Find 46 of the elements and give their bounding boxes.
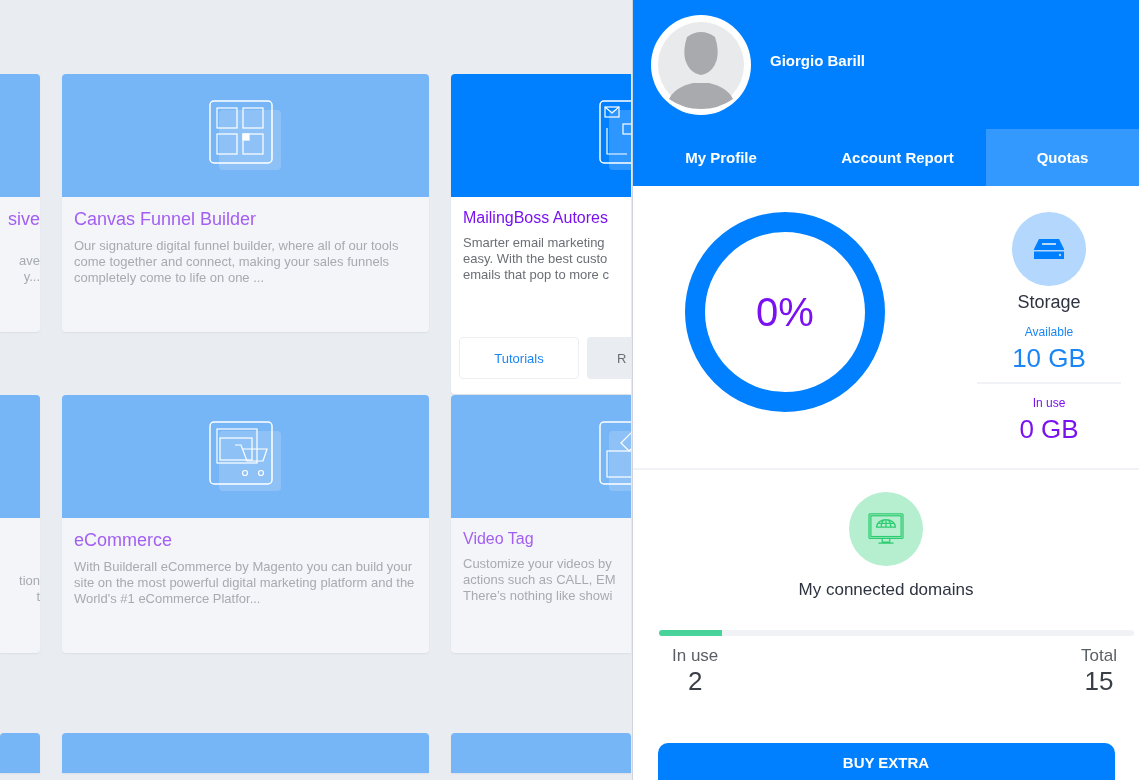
tab[interactable]: Account Report xyxy=(809,129,986,186)
available-label: Available xyxy=(1024,325,1074,339)
domains-title: My connected domains xyxy=(798,580,974,600)
card-description: With Builderall eCommerce by Magento you can build your site on the most powerful digital marketing platform and the World's #1 eCommerce Platfor... xyxy=(74,559,416,607)
app-card[interactable]: tion t xyxy=(0,395,40,653)
tab[interactable]: Quotas xyxy=(986,129,1139,186)
card-description: ave xyxy=(18,253,40,269)
usage-percent: 0% xyxy=(756,289,814,335)
card-description: tion xyxy=(18,573,40,589)
total-label: Total xyxy=(1081,646,1117,666)
card-title: eCommerce xyxy=(74,530,174,551)
user-name: Giorgio Barill xyxy=(770,52,865,69)
monitor-globe-icon xyxy=(867,512,905,546)
app-card[interactable]: eCommerce With Builderall eCommerce by Magento you can build your site on the most powerful digital marketing platform and the World's #1 eCommerce Platfor... xyxy=(62,395,429,653)
card-title: Video Tag xyxy=(463,530,535,548)
app-card[interactable]: Canvas Funnel Builder Our signature digital funnel builder, where all of our tools come together and connect, making your sales funnels completely come to life on one ... xyxy=(62,74,429,332)
app-card[interactable]: sive ave y... xyxy=(0,74,40,332)
card-title: MailingBoss Autores xyxy=(463,209,609,227)
card-description: actions such as CALL, EM xyxy=(463,572,617,588)
card-description: Our signature digital funnel builder, where all of our tools come together and connect, making your sales funnels completely come to life on one ... xyxy=(74,238,400,286)
card-button[interactable]: R xyxy=(587,337,631,379)
card-title: Canvas Funnel Builder xyxy=(74,209,258,230)
card-description: t xyxy=(35,589,40,605)
tutorials-button[interactable]: Tutorials xyxy=(459,337,579,379)
available-value: 10 GB xyxy=(1012,343,1086,374)
card-description: y... xyxy=(22,269,40,285)
in-use-label: In use xyxy=(1032,396,1066,410)
storage-title: Storage xyxy=(1017,292,1081,313)
card-description: Customize your videos by xyxy=(463,556,613,572)
app-icon xyxy=(208,420,283,493)
tab[interactable]: My Profile xyxy=(633,129,809,186)
in-use-label: In use xyxy=(672,646,719,666)
buy-extra-button[interactable]: BUY EXTRA xyxy=(657,743,1115,780)
total-count: 15 xyxy=(1084,666,1114,697)
in-use-count: 2 xyxy=(687,666,703,697)
in-use-value: 0 GB xyxy=(1019,414,1079,445)
card-title: sive xyxy=(7,209,40,230)
card-description: Smarter email marketing xyxy=(463,235,606,251)
card-description: emails that pop to more c xyxy=(463,267,610,283)
app-icon xyxy=(208,99,283,172)
card-description: There’s nothing like showi xyxy=(463,588,614,604)
app-card[interactable]: Video Tag Customize your videos by actions such as CALL, EM There’s nothing like showi xyxy=(451,395,631,653)
card-header xyxy=(0,733,40,773)
app-card[interactable]: MailingBoss Autores Smarter email marketing easy. With the best custo emails that pop to more c Tutorials R xyxy=(451,74,631,394)
hard-drive-icon xyxy=(1033,238,1065,260)
card-description: easy. With the best custo xyxy=(463,251,609,267)
